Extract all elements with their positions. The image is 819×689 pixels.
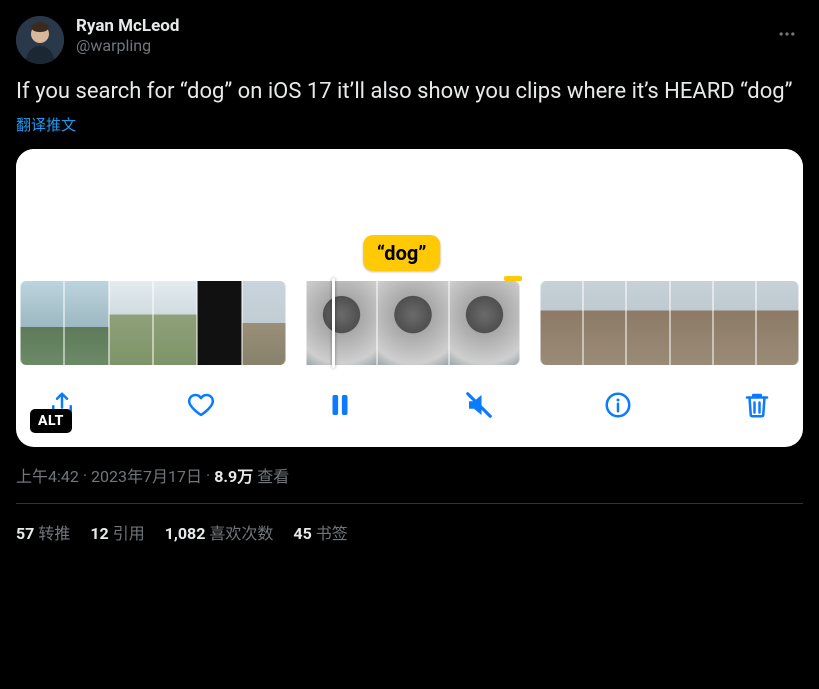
info-icon [603,390,633,420]
handle[interactable]: @warpling [76,36,179,55]
thumbnail [197,281,241,365]
likes-count: 1,082 [165,524,206,543]
tweet-header: Ryan McLeod @warpling [16,16,803,64]
caption-bubble: “dog” [363,235,441,271]
mute-button[interactable] [461,387,497,423]
display-name[interactable]: Ryan McLeod [76,16,179,36]
clip-group-3[interactable] [540,281,799,365]
thumbnail [670,281,713,365]
playhead[interactable] [332,278,335,368]
thumbnail [242,281,286,365]
thumbnail [306,281,377,365]
author-names: Ryan McLeod @warpling [76,16,179,55]
thumbnail [713,281,756,365]
ellipsis-icon [777,24,797,44]
video-timeline [16,275,803,371]
dot: · [206,466,210,485]
quotes-count: 12 [90,524,108,543]
tweet-text: If you search for “dog” on iOS 17 it’ll … [16,78,803,106]
clip-group-2[interactable] [306,281,520,365]
media-whitespace [16,149,803,235]
tweet-meta: 上午4:42 · 2023年7月17日 · 8.9万 查看 [16,463,803,487]
thumbnail [626,281,669,365]
thumbnail [109,281,153,365]
dot: · [83,466,87,485]
info-button[interactable] [600,387,636,423]
likes-label: 喜欢次数 [209,524,273,543]
avatar[interactable] [16,16,64,64]
clip-group-1[interactable] [20,281,286,365]
trash-icon [742,390,772,420]
like-button[interactable] [183,387,219,423]
tweet-stats: 57转推 12 引用 1,082喜欢次数 45 书签 [16,504,803,544]
quotes-label: 引用 [113,524,145,543]
tweet-container: Ryan McLeod @warpling If you search for … [16,16,803,544]
retweets-count: 57 [16,524,34,543]
thumbnail [153,281,197,365]
thumbnail [64,281,108,365]
tweet-date[interactable]: 2023年7月17日 [91,463,202,487]
thumbnail [20,281,64,365]
bookmarks-label: 书签 [316,524,348,543]
more-options-button[interactable] [771,18,803,50]
views-label: 查看 [257,463,289,487]
quotes-stat[interactable]: 12 引用 [90,520,144,544]
delete-button[interactable] [739,387,775,423]
media-toolbar [16,371,803,447]
thumbnail [377,281,448,365]
media-attachment[interactable]: “dog” [16,149,803,447]
heart-icon [186,390,216,420]
thumbnail [583,281,626,365]
speaker-muted-icon [464,390,494,420]
caption-row: “dog” [16,235,803,275]
thumbnail [540,281,583,365]
pause-button[interactable] [322,387,358,423]
alt-badge[interactable]: ALT [30,409,72,433]
retweets-stat[interactable]: 57转推 [16,520,70,544]
translate-link[interactable]: 翻译推文 [16,114,76,135]
pause-icon [325,390,355,420]
tweet-time[interactable]: 上午4:42 [16,463,79,487]
thumbnail [756,281,799,365]
bookmarks-stat[interactable]: 45 书签 [293,520,347,544]
avatar-image [16,16,64,64]
thumbnail [449,281,520,365]
likes-stat[interactable]: 1,082喜欢次数 [165,520,274,544]
views-count: 8.9万 [214,463,253,487]
bookmarks-count: 45 [293,524,311,543]
retweets-label: 转推 [38,524,70,543]
